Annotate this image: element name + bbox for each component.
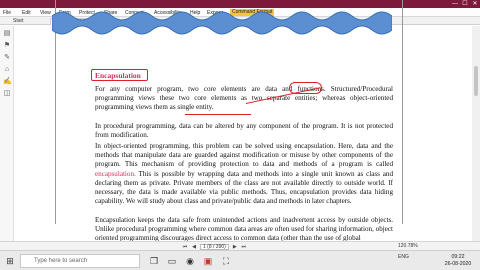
bookmark-icon[interactable]: ⚑: [3, 42, 11, 50]
windows-taskbar: ⊞ ⌕ Type here to search ❐ ▭ ◉ ▣ ⛶ ENG 09…: [0, 250, 480, 270]
menu-view[interactable]: View: [40, 10, 51, 16]
store-icon[interactable]: ⛶: [220, 255, 232, 267]
taskbar-clock[interactable]: 09:22 26-08-2020: [440, 254, 476, 267]
menu-edit[interactable]: Edit: [22, 10, 31, 16]
paragraph-1: For any computer program, two core eleme…: [95, 85, 393, 112]
status-bar: ⏮ ◀ 1 (8 / 390) ▶ ⏭ 120.78%: [0, 241, 480, 250]
heading-annotation-box: [91, 69, 148, 81]
single-entity-underline: [185, 114, 251, 115]
task-view-icon[interactable]: ❐: [148, 255, 160, 267]
scrollbar-thumb[interactable]: [474, 66, 478, 96]
left-toolbar: ▤ ⚑ ✎ ⌂ ✍ ◫: [0, 26, 14, 250]
paragraph-3-text-b: This is possible by wrapping data and me…: [95, 169, 394, 206]
paragraph-4: Encapsulation keeps the data safe from u…: [95, 216, 393, 241]
last-page-icon[interactable]: ⏭: [241, 244, 247, 250]
page-right-edge: [402, 0, 403, 224]
decorative-wave-banner: [52, 11, 392, 35]
clock-date: 26-08-2020: [444, 260, 472, 267]
paragraph-3-keyword: encapsulation.: [95, 169, 136, 178]
file-explorer-icon[interactable]: ▭: [166, 255, 178, 267]
tab-start[interactable]: Start: [10, 18, 27, 25]
taskbar-search-input[interactable]: Type here to search: [20, 254, 140, 268]
browser-icon[interactable]: ◉: [184, 255, 196, 267]
minimize-icon[interactable]: —: [452, 1, 458, 7]
signature-icon[interactable]: ✍: [3, 78, 12, 86]
thumbnails-icon[interactable]: ▤: [3, 30, 11, 38]
zoom-level[interactable]: 120.78%: [398, 243, 418, 249]
vertical-scrollbar[interactable]: [472, 26, 480, 250]
prev-page-icon[interactable]: ◀: [191, 244, 197, 250]
pdf-app-icon[interactable]: ▣: [202, 255, 214, 267]
windows-start-icon[interactable]: ⊞: [4, 255, 16, 267]
page-navigator: ⏮ ◀ 1 (8 / 390) ▶ ⏭: [182, 243, 272, 250]
attachment-icon[interactable]: ⌂: [3, 66, 11, 74]
next-page-icon[interactable]: ▶: [232, 244, 238, 250]
maximize-icon[interactable]: ☐: [462, 1, 468, 7]
layers-icon[interactable]: ◫: [3, 90, 11, 98]
system-tray-language[interactable]: ENG: [398, 254, 409, 260]
page-number-field[interactable]: 1 (8 / 390): [200, 243, 229, 250]
menu-file[interactable]: File: [3, 10, 11, 16]
comment-icon[interactable]: ✎: [3, 54, 11, 62]
paragraph-2: In procedural programming, data can be a…: [95, 122, 393, 140]
first-page-icon[interactable]: ⏮: [182, 244, 188, 250]
paragraph-3: In object-oriented programming, this pro…: [95, 142, 393, 206]
close-icon[interactable]: ✕: [472, 1, 478, 7]
paragraph-3-text-a: In object-oriented programming, this pro…: [95, 142, 393, 169]
